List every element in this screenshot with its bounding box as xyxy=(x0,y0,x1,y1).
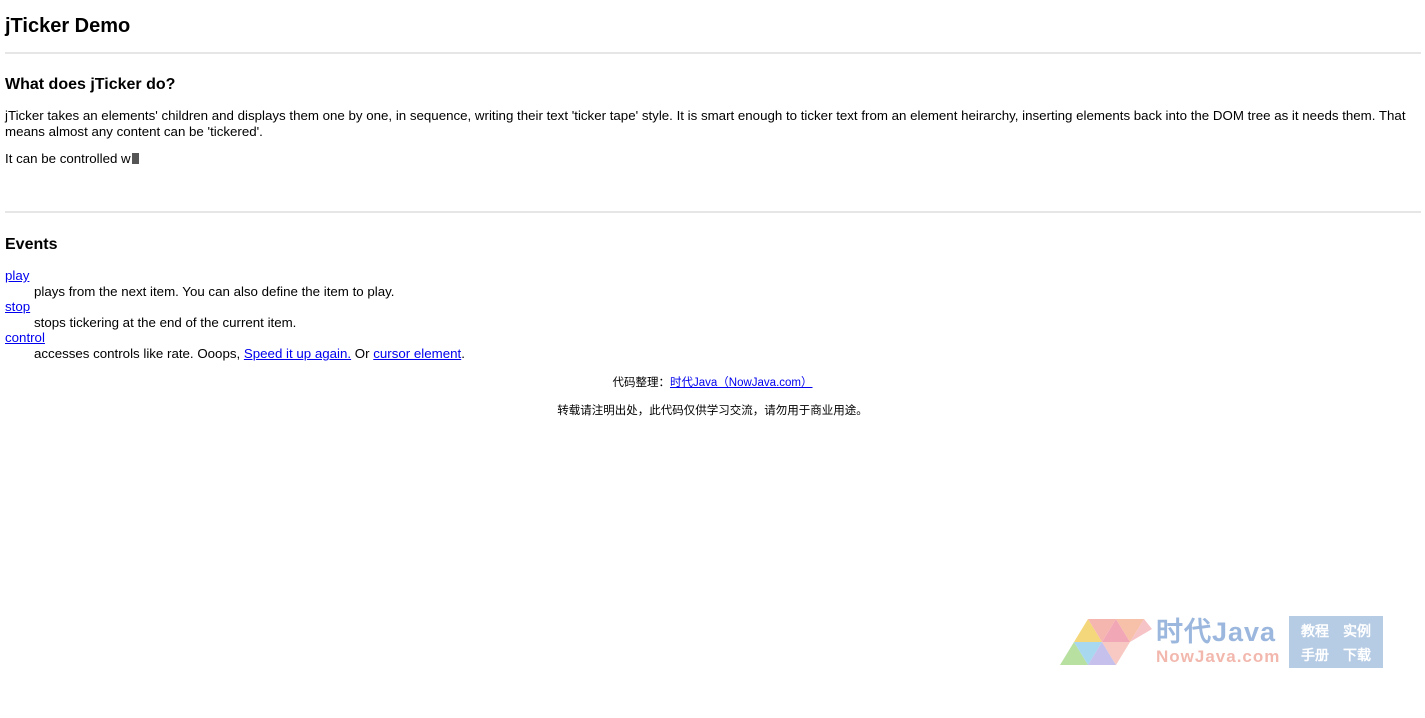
copyright-notice: 转载请注明出处，此代码仅供学习交流，请勿用于商业用途。 xyxy=(557,405,868,417)
intro-paragraph: jTicker takes an elements' children and … xyxy=(5,108,1406,139)
cursor-element-link[interactable]: cursor element xyxy=(373,346,461,361)
control-desc-end: . xyxy=(461,345,465,361)
control-desc-text: accesses controls like rate. Ooops, xyxy=(34,345,244,361)
event-desc-play: plays from the next item. You can also d… xyxy=(34,283,395,299)
play-link[interactable]: play xyxy=(5,268,29,283)
section-heading-events: Events xyxy=(5,236,58,253)
divider-middle xyxy=(5,211,1421,213)
credit-line: 代码整理：时代Java（NowJava.com） xyxy=(0,374,1425,390)
watermark: 时代Java NowJava.com 教程 实例 手册 下载 xyxy=(1060,616,1383,668)
ticker-line: It can be controlled w xyxy=(5,151,139,167)
watermark-cell-example: 实例 xyxy=(1343,623,1371,639)
watermark-box: 教程 实例 手册 下载 xyxy=(1289,616,1383,668)
events-list: play plays from the next item. You can a… xyxy=(5,268,465,362)
divider-top xyxy=(5,52,1421,54)
speed-up-link[interactable]: Speed it up again. xyxy=(244,346,351,361)
ticker-text: It can be controlled w xyxy=(5,151,131,166)
stop-link[interactable]: stop xyxy=(5,299,30,314)
triangle-logo-icon xyxy=(1060,619,1152,665)
event-term-play: play xyxy=(5,268,465,284)
credit-label: 代码整理： xyxy=(612,377,670,389)
event-term-control: control xyxy=(5,330,465,346)
section-heading-what: What does jTicker do? xyxy=(5,76,176,93)
control-desc-or: Or xyxy=(351,345,374,361)
watermark-title: 时代Java xyxy=(1156,617,1277,647)
watermark-cell-tutorial: 教程 xyxy=(1301,623,1329,639)
nowjava-link[interactable]: 时代Java（NowJava.com） xyxy=(670,377,813,389)
page-title: jTicker Demo xyxy=(5,15,131,37)
ticker-cursor xyxy=(131,153,139,164)
control-link[interactable]: control xyxy=(5,330,45,345)
event-desc-stop: stops tickering at the end of the curren… xyxy=(34,314,297,330)
event-term-stop: stop xyxy=(5,299,465,315)
event-desc-control: accesses controls like rate. Ooops, Spee… xyxy=(34,346,465,362)
watermark-cell-manual: 手册 xyxy=(1301,647,1329,663)
watermark-site: NowJava.com xyxy=(1156,647,1281,666)
watermark-cell-download: 下载 xyxy=(1343,647,1371,663)
